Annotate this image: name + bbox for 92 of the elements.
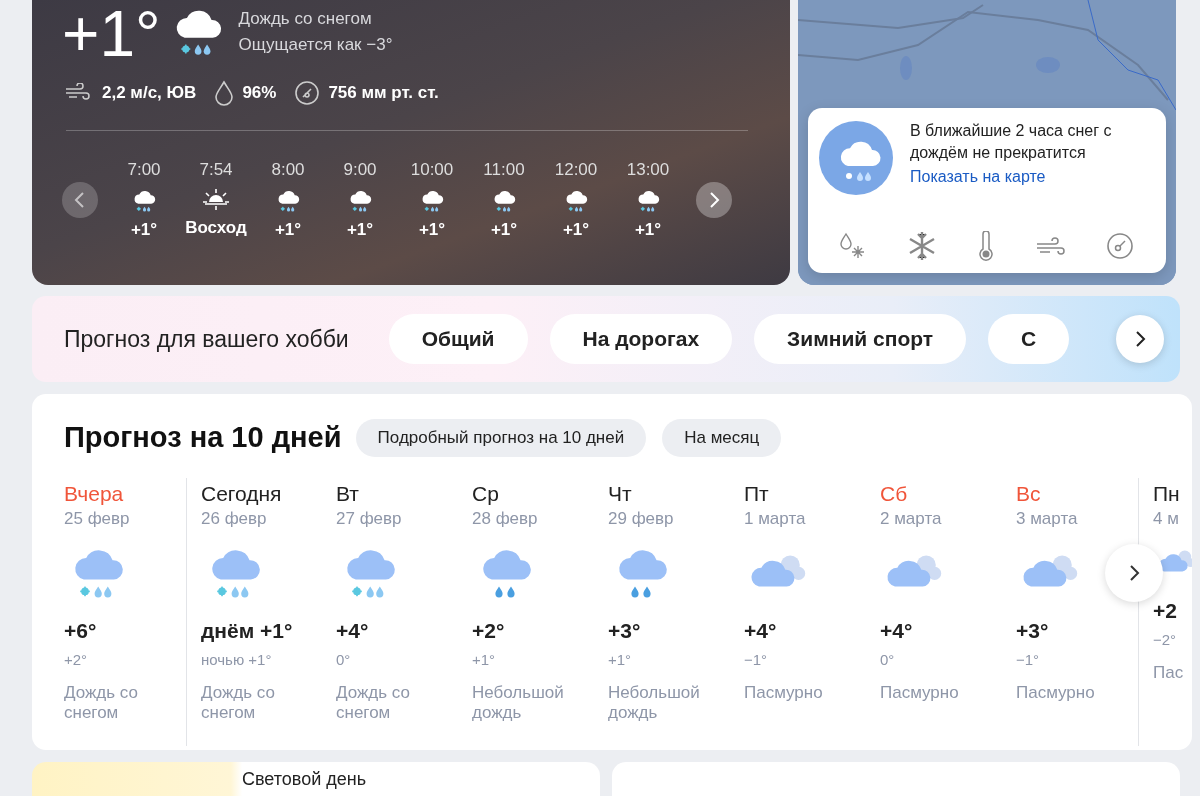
hour-label: 7:00 — [127, 159, 161, 181]
day-name: Сб — [880, 480, 909, 507]
day-temperature: днём +1° — [201, 618, 294, 645]
day-date: 29 февр — [608, 509, 675, 530]
day-name: Пт — [744, 480, 770, 507]
condition-text: Дождь со снегом — [238, 8, 373, 30]
hobby-tab[interactable]: Зимний спорт — [754, 314, 967, 364]
day-temperature: +3° — [608, 618, 642, 645]
hour-label: 7:54 — [199, 159, 233, 181]
night-temperature: +1° — [472, 650, 497, 669]
next-button[interactable] — [696, 181, 732, 218]
hour-value: +1° — [634, 218, 662, 241]
chevron-right-icon — [708, 190, 720, 209]
map-layer-button[interactable] — [838, 232, 867, 260]
wind-text: 2,2 м/с, ЮВ — [102, 82, 197, 105]
day-condition: Небольшой дождь — [608, 682, 701, 724]
forecast-option-button[interactable]: Подробный прогноз на 10 дней — [355, 418, 647, 457]
day-date: 2 марта — [880, 509, 943, 530]
hobby-title: Прогноз для вашего хобби — [64, 324, 349, 354]
night-temperature: 0° — [880, 650, 896, 669]
night-temperature: +1° — [608, 650, 633, 669]
hour-value: +1° — [418, 218, 446, 241]
day-name: Сегодня — [201, 480, 283, 507]
hour-value: Восход — [185, 216, 247, 239]
day-date: 1 марта — [744, 509, 807, 530]
map-layer-button[interactable] — [1035, 234, 1066, 258]
hour-value: +1° — [346, 218, 374, 241]
day-date: 25 февр — [64, 509, 131, 530]
hour-label: 10:00 — [410, 159, 454, 181]
hour-value: +1° — [130, 218, 158, 241]
day-condition: Дождь со снегом — [201, 682, 276, 724]
current-temperature: +1° — [62, 2, 161, 66]
day-condition: Дождь со снегом — [64, 682, 139, 724]
drop-icon — [214, 80, 235, 106]
forecast-option-button[interactable]: На месяц — [662, 418, 782, 457]
night-temperature: −1° — [744, 650, 769, 669]
map-layer-button[interactable] — [976, 231, 995, 261]
day-condition: Пасмурно — [880, 682, 960, 704]
nowcast-text: В ближайшие 2 часа снег с дождём не прекратится — [910, 121, 1113, 163]
day-name: Ср — [472, 480, 500, 507]
gauge-icon — [294, 80, 321, 106]
hobby-tab[interactable]: Общий — [388, 314, 528, 364]
day-name: Вс — [1016, 480, 1042, 507]
day-temperature: +6° — [64, 618, 98, 645]
night-temperature: ночью +1° — [201, 650, 273, 669]
hour-value: +1° — [562, 218, 590, 241]
night-temperature: −2° — [1153, 630, 1178, 649]
hour-label: 13:00 — [626, 159, 670, 181]
previous-button[interactable] — [62, 181, 98, 218]
day-date: 27 февр — [336, 509, 403, 530]
hour-label: 11:00 — [483, 159, 525, 181]
day-date: 28 февр — [472, 509, 539, 530]
pressure-text: 756 мм рт. ст. — [328, 82, 439, 105]
show-map-link[interactable]: Показать на карте — [910, 165, 1154, 190]
day-temperature: +4° — [880, 618, 914, 645]
chevron-left-icon — [74, 190, 86, 209]
day-date: 3 марта — [1016, 509, 1079, 530]
map-layer-button[interactable] — [1105, 232, 1134, 260]
day-condition: Дождь со снегом — [336, 682, 411, 724]
day-condition: Небольшой дождь — [472, 682, 565, 724]
day-name: Пн — [1153, 480, 1181, 507]
chevron-right-icon — [1128, 564, 1140, 582]
humidity-text: 96% — [242, 82, 277, 105]
hour-value: +1° — [274, 218, 302, 241]
hobby-tab[interactable]: С — [988, 314, 1070, 364]
day-date: 4 м — [1153, 509, 1180, 530]
hour-label: 9:00 — [343, 159, 377, 181]
chevron-right-icon — [1134, 330, 1146, 348]
hobby-tab[interactable]: На дорогах — [549, 314, 733, 364]
day-temperature: +2 — [1153, 598, 1178, 625]
night-temperature: +2° — [64, 650, 89, 669]
day-temperature: +4° — [336, 618, 370, 645]
day-temperature: +4° — [744, 618, 778, 645]
day-condition: Пасмурно — [744, 682, 824, 704]
feels-like-text: Ощущается как −3° — [238, 33, 393, 56]
day-name: Вт — [336, 480, 360, 507]
day-temperature: +3° — [1016, 618, 1050, 645]
hour-value: +1° — [490, 218, 518, 241]
night-temperature: −1° — [1016, 650, 1041, 669]
day-condition: Пасмурно — [1016, 682, 1096, 704]
day-condition: Пас — [1153, 662, 1185, 684]
night-temperature: 0° — [336, 650, 352, 669]
day-date: 26 февр — [201, 509, 268, 530]
sunrise-icon — [202, 186, 230, 211]
day-name: Вчера — [64, 480, 125, 507]
snow-rain-cloud-icon — [818, 120, 894, 196]
hour-label: 8:00 — [271, 159, 305, 181]
daylight-title: Световой день — [242, 768, 367, 791]
day-name: Чт — [608, 480, 633, 507]
hour-label: 12:00 — [554, 159, 598, 181]
forecast-title: Прогноз на 10 дней — [64, 420, 342, 455]
day-temperature: +2° — [472, 618, 506, 645]
